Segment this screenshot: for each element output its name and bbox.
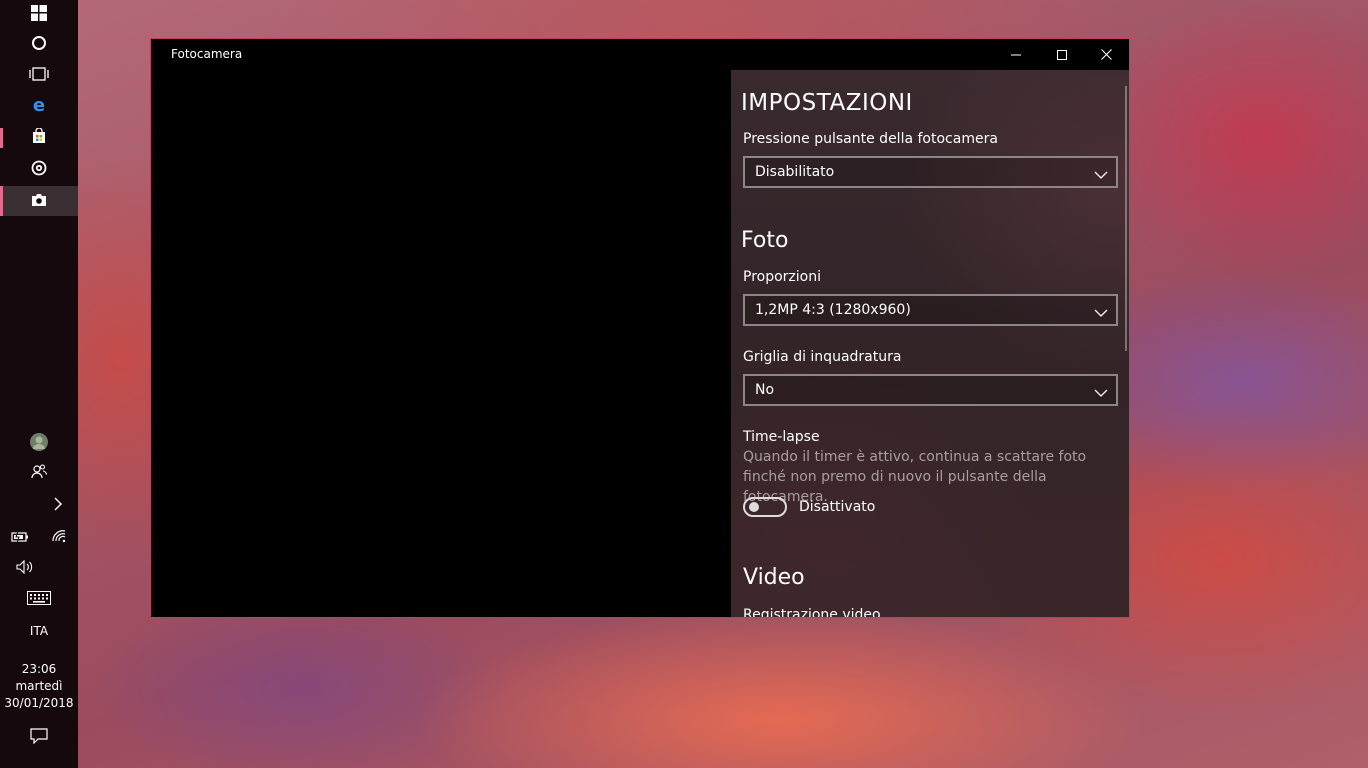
touch-keyboard-button[interactable] bbox=[0, 584, 78, 614]
battery-icon bbox=[10, 528, 29, 547]
timelapse-toggle-state: Disattivato bbox=[799, 499, 876, 515]
maximize-button[interactable] bbox=[1039, 39, 1085, 70]
minimize-icon bbox=[1011, 45, 1021, 64]
edge-browser-icon: e bbox=[30, 95, 48, 118]
timelapse-description: Quando il timer è attivo, continua a sca… bbox=[743, 449, 1087, 505]
aspect-ratio-label: Proporzioni bbox=[743, 269, 821, 285]
windows-start-icon bbox=[31, 5, 47, 25]
cortana-button[interactable] bbox=[0, 30, 78, 60]
title-bar[interactable]: Fotocamera bbox=[151, 39, 1129, 70]
clock-date: 30/01/2018 bbox=[4, 696, 74, 710]
toggle-knob bbox=[749, 502, 759, 512]
action-center-icon bbox=[30, 728, 48, 748]
wifi-icon bbox=[51, 528, 67, 547]
chevron-down-icon bbox=[1094, 166, 1108, 179]
keyboard-icon bbox=[27, 590, 51, 609]
minimize-button[interactable] bbox=[993, 39, 1039, 70]
photo-section-heading: Foto bbox=[741, 228, 789, 253]
camera-preview bbox=[151, 70, 731, 617]
svg-text:e: e bbox=[33, 96, 45, 114]
camera-app-icon bbox=[31, 192, 47, 211]
maximize-icon bbox=[1057, 45, 1067, 64]
camera-button-label: Pressione pulsante della fotocamera bbox=[743, 131, 998, 147]
aspect-ratio-dropdown[interactable]: 1,2MP 4:3 (1280x960) bbox=[743, 294, 1118, 326]
store-bag-icon bbox=[31, 127, 47, 148]
action-center-button[interactable] bbox=[0, 723, 78, 753]
network-button[interactable] bbox=[39, 522, 78, 552]
clock-weekday: martedì bbox=[15, 679, 63, 693]
input-language-indicator[interactable]: ITA bbox=[0, 624, 78, 638]
settings-panel: IMPOSTAZIONI Pressione pulsante della fo… bbox=[731, 70, 1129, 617]
task-view-icon bbox=[29, 66, 49, 85]
framing-grid-label: Griglia di inquadratura bbox=[743, 349, 902, 365]
people-button[interactable] bbox=[0, 458, 78, 488]
video-recording-label: Registrazione video bbox=[743, 607, 881, 617]
window-title: Fotocamera bbox=[171, 47, 243, 61]
user-account-button[interactable] bbox=[0, 429, 78, 459]
close-button[interactable] bbox=[1083, 39, 1129, 70]
task-view-button[interactable] bbox=[0, 60, 78, 90]
volume-button[interactable] bbox=[0, 553, 50, 583]
timelapse-toggle[interactable] bbox=[743, 497, 787, 517]
settings-scrollbar[interactable] bbox=[1125, 86, 1127, 351]
cortana-circle-icon bbox=[31, 35, 47, 55]
start-button[interactable] bbox=[0, 0, 78, 30]
framing-grid-dropdown[interactable]: No bbox=[743, 374, 1118, 406]
store-button[interactable] bbox=[0, 123, 78, 153]
settings-heading: IMPOSTAZIONI bbox=[741, 90, 913, 116]
camera-button-value: Disabilitato bbox=[755, 164, 835, 180]
close-icon bbox=[1100, 45, 1112, 64]
battery-button[interactable] bbox=[0, 522, 39, 552]
taskbar: e ITA 23:06 martedì 30/01/2018 bbox=[0, 0, 78, 768]
camera-taskbar-button[interactable] bbox=[0, 186, 78, 216]
chevron-down-icon bbox=[1094, 384, 1108, 397]
taskbar-clock[interactable]: 23:06 martedì 30/01/2018 bbox=[0, 661, 78, 712]
camera-app-window: Fotocamera IMPOSTAZIONI Pressione pulsan… bbox=[150, 38, 1130, 618]
groove-music-icon bbox=[31, 160, 47, 180]
framing-grid-value: No bbox=[755, 382, 775, 398]
video-section-heading: Video bbox=[743, 565, 805, 590]
clock-time: 23:06 bbox=[21, 662, 57, 676]
people-icon bbox=[31, 463, 48, 483]
groove-button[interactable] bbox=[0, 155, 78, 185]
show-hidden-icons-button[interactable] bbox=[0, 490, 78, 520]
chevron-right-icon bbox=[54, 496, 62, 515]
timelapse-label: Time-lapse bbox=[743, 429, 820, 445]
edge-button[interactable]: e bbox=[0, 92, 78, 122]
aspect-ratio-value: 1,2MP 4:3 (1280x960) bbox=[755, 302, 911, 318]
chevron-down-icon bbox=[1094, 304, 1108, 317]
camera-button-dropdown[interactable]: Disabilitato bbox=[743, 156, 1118, 188]
volume-icon bbox=[16, 559, 34, 578]
avatar bbox=[30, 433, 48, 455]
